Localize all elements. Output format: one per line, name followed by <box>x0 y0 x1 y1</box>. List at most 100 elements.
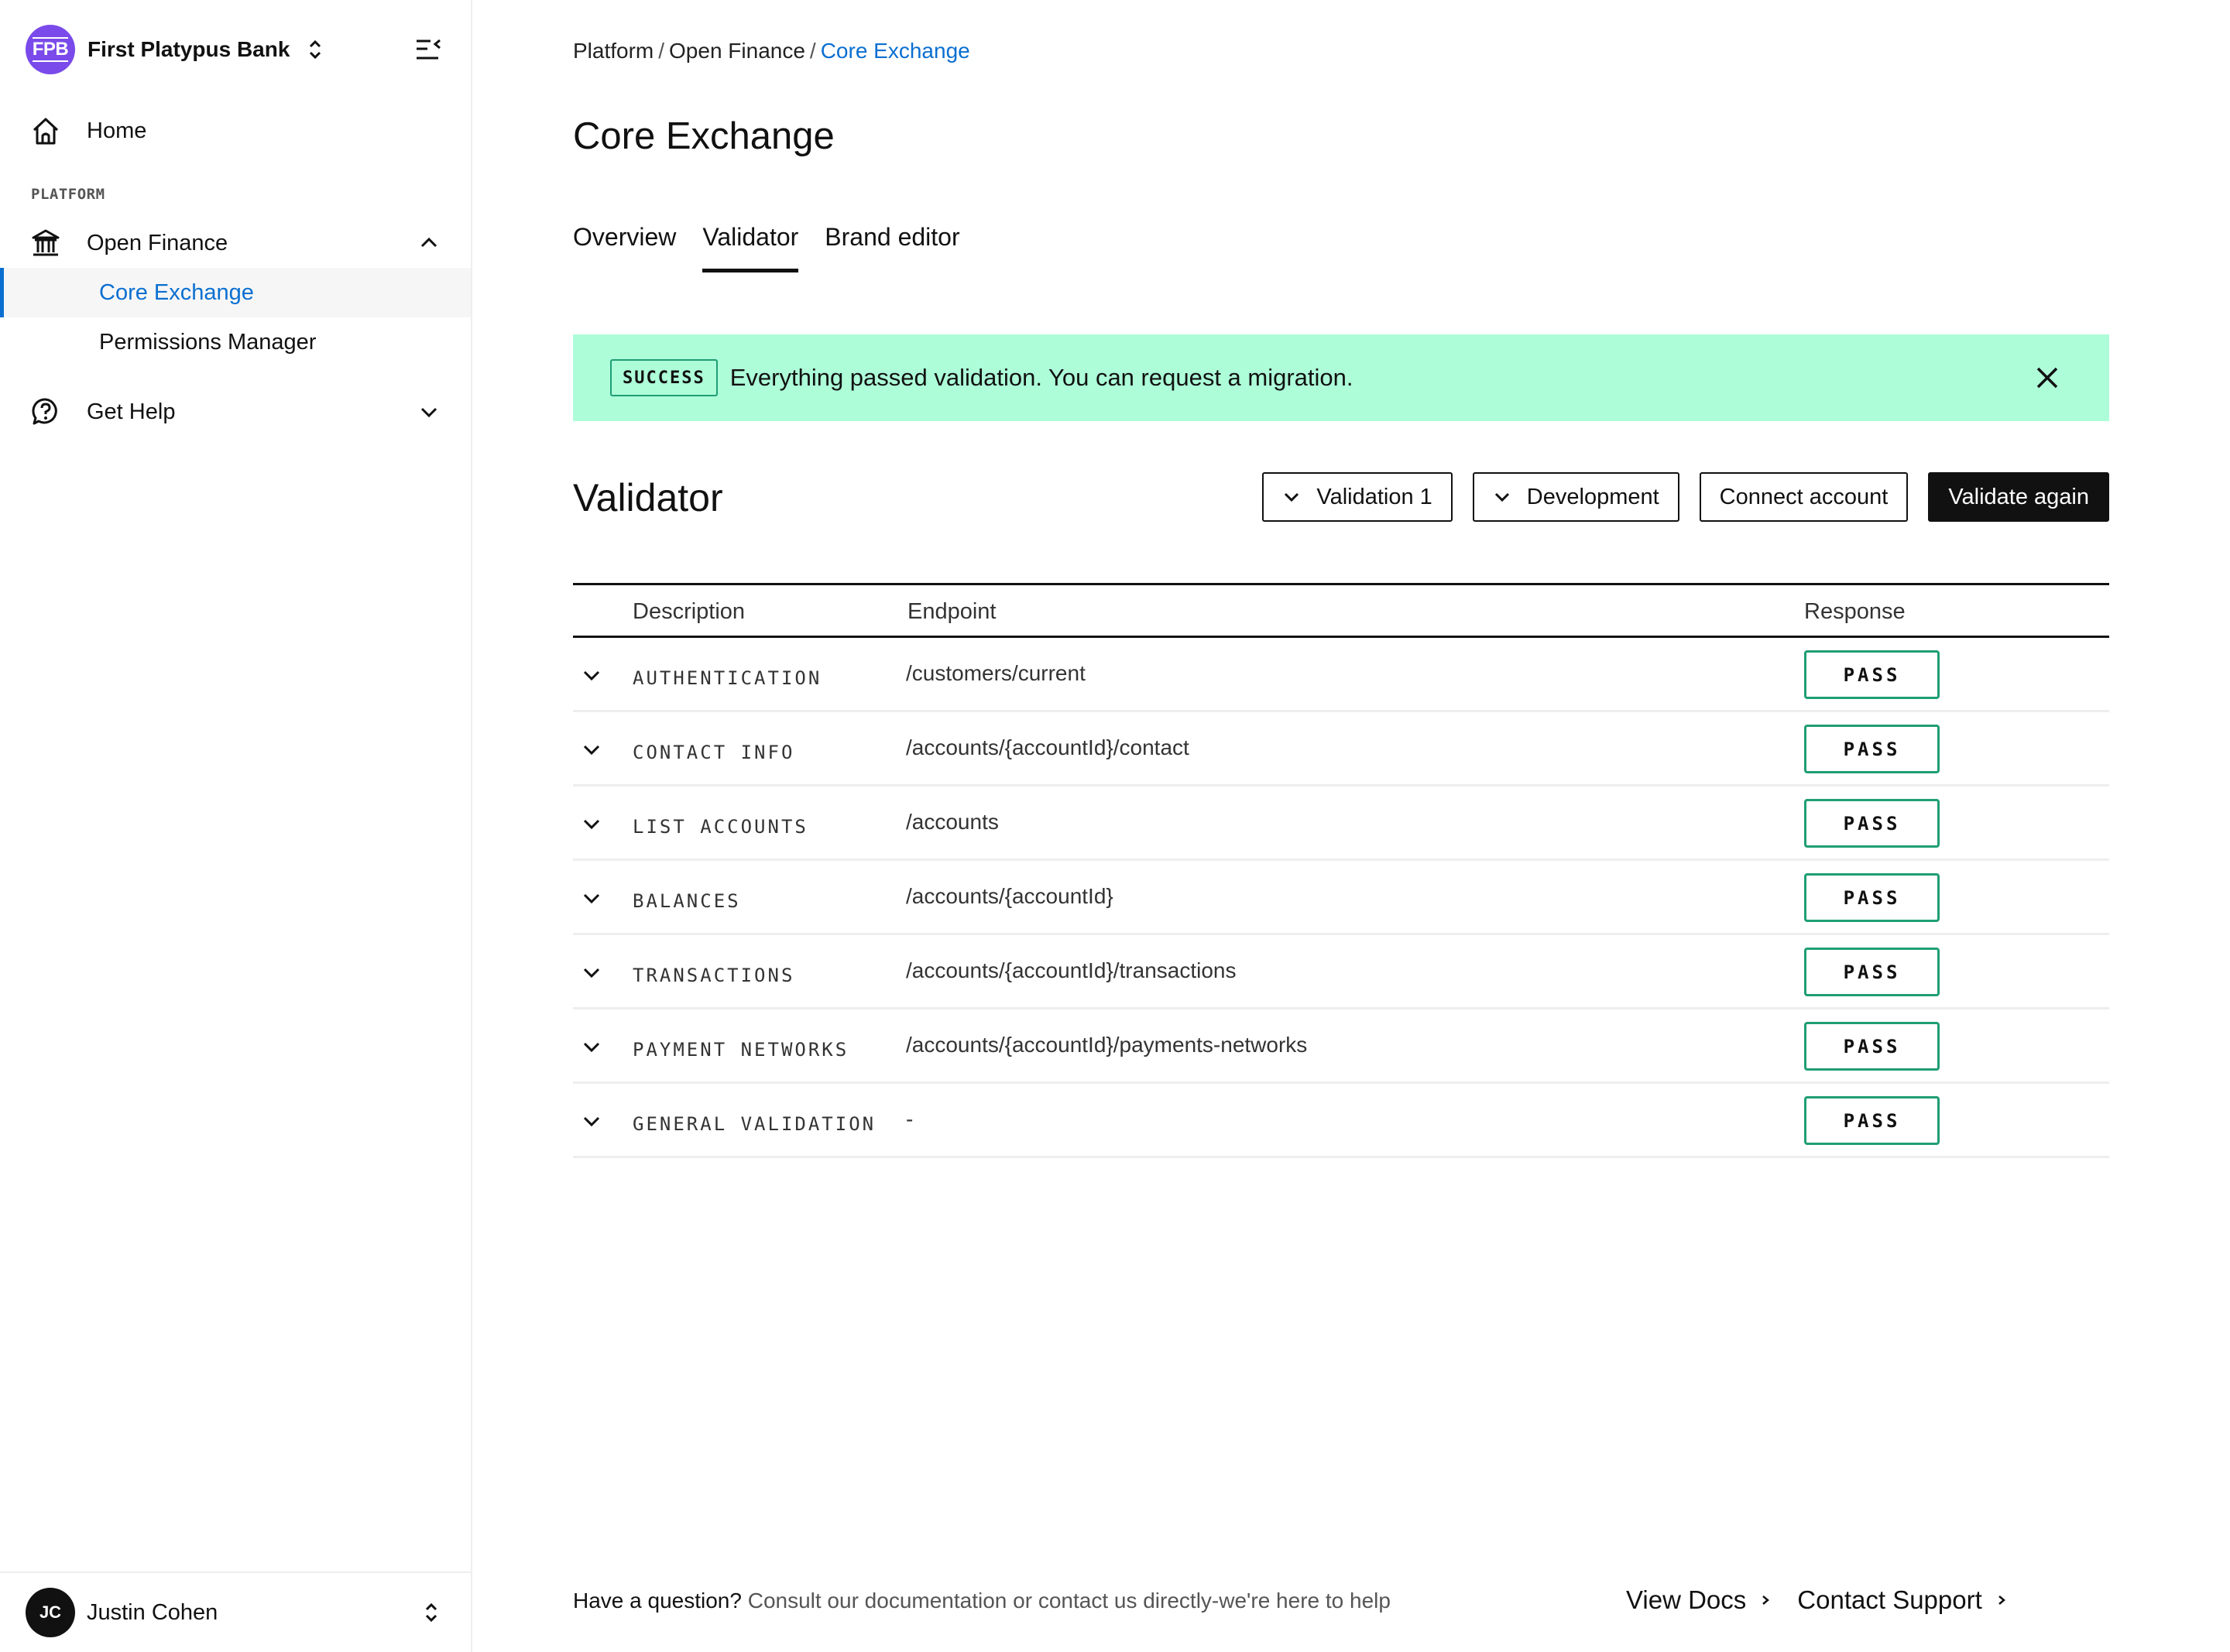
breadcrumb-separator: / <box>658 39 665 63</box>
environment-select-label: Development <box>1526 484 1659 509</box>
expand-row-chevron-icon[interactable] <box>581 813 602 835</box>
org-initials: FPB <box>32 39 69 60</box>
view-docs-link[interactable]: View Docs <box>1626 1585 1771 1615</box>
chevron-down-icon <box>418 401 440 423</box>
footer-help-text: Have a question? Consult our documentati… <box>573 1589 1391 1613</box>
avatar-initials: JC <box>39 1602 62 1622</box>
row-description: TRANSACTIONS <box>633 965 795 986</box>
chevron-up-down-icon <box>423 1601 440 1624</box>
pass-badge: PASS <box>1804 650 1940 699</box>
pass-badge: PASS <box>1804 1022 1940 1071</box>
page-title: Core Exchange <box>573 115 835 157</box>
row-endpoint: /accounts/{accountId}/transactions <box>906 958 1237 982</box>
breadcrumb: Platform / Open Finance / Core Exchange <box>573 39 970 63</box>
sidebar-item-open-finance[interactable]: Open Finance <box>0 218 471 268</box>
pass-badge: PASS <box>1804 873 1940 922</box>
sidebar-item-get-help[interactable]: Get Help <box>0 387 471 437</box>
column-header-response: Response <box>1804 599 1906 624</box>
table-row[interactable]: LIST ACCOUNTS/accounts PASS <box>573 787 2109 861</box>
column-header-endpoint: Endpoint <box>907 599 997 624</box>
expand-row-chevron-icon[interactable] <box>581 961 602 983</box>
sidebar: FPB First Platypus Bank Home PLATFORM Op… <box>0 0 472 1652</box>
section-label-platform: PLATFORM <box>31 186 105 203</box>
row-description: LIST ACCOUNTS <box>633 816 808 838</box>
expand-row-chevron-icon[interactable] <box>581 664 602 686</box>
chevron-up-down-icon <box>307 38 324 61</box>
pass-badge: PASS <box>1804 1096 1940 1145</box>
validation-table: Description Endpoint Response AUTHENTICA… <box>573 583 2109 1158</box>
validation-select-label: Validation 1 <box>1316 484 1432 509</box>
sidebar-item-label: Open Finance <box>87 230 228 255</box>
table-row[interactable]: PAYMENT NETWORKS/accounts/{accountId}/pa… <box>573 1009 2109 1084</box>
expand-row-chevron-icon[interactable] <box>581 887 602 909</box>
tab-bar: Overview Validator Brand editor <box>573 221 986 276</box>
validation-select[interactable]: Validation 1 <box>1262 472 1453 522</box>
org-logo: FPB <box>26 25 75 74</box>
breadcrumb-item-platform[interactable]: Platform <box>573 39 654 63</box>
row-description: PAYMENT NETWORKS <box>633 1039 849 1061</box>
sidebar-subitem-core-exchange[interactable]: Core Exchange <box>0 268 471 317</box>
main-content: Platform / Open Finance / Core Exchange Core… <box>573 0 2109 1652</box>
breadcrumb-current: Core Exchange <box>820 39 970 63</box>
home-icon <box>31 116 60 146</box>
footer-links: View Docs Contact Support <box>1626 1585 2007 1615</box>
pass-badge: PASS <box>1804 948 1940 996</box>
tab-validator[interactable]: Validator <box>702 221 798 276</box>
chevron-right-icon <box>1996 1593 2007 1607</box>
connect-account-button[interactable]: Connect account <box>1699 472 1909 522</box>
row-description: CONTACT INFO <box>633 742 795 763</box>
pass-badge: PASS <box>1804 725 1940 773</box>
bank-icon <box>31 228 60 258</box>
footer: Have a question? Consult our documentati… <box>573 1579 2109 1626</box>
org-switcher[interactable]: FPB First Platypus Bank <box>26 25 440 74</box>
row-description: BALANCES <box>633 890 741 912</box>
breadcrumb-item-open-finance[interactable]: Open Finance <box>669 39 805 63</box>
sidebar-subitem-permissions-manager[interactable]: Permissions Manager <box>0 317 471 367</box>
avatar: JC <box>26 1588 75 1637</box>
table-row[interactable]: BALANCES/accounts/{accountId} PASS <box>573 861 2109 935</box>
tab-overview[interactable]: Overview <box>573 221 676 276</box>
user-name: Justin Cohen <box>87 1599 218 1625</box>
validator-heading: Validator <box>573 476 723 519</box>
footer-description: Consult our documentation or contact us … <box>747 1589 1391 1613</box>
sidebar-subitem-label: Permissions Manager <box>99 329 317 355</box>
column-header-description: Description <box>633 599 746 624</box>
contact-support-link[interactable]: Contact Support <box>1797 1585 2006 1615</box>
footer-question: Have a question? <box>573 1589 742 1613</box>
table-row[interactable]: CONTACT INFO/accounts/{accountId}/contac… <box>573 712 2109 787</box>
row-endpoint: /accounts <box>906 810 999 834</box>
sidebar-item-home[interactable]: Home <box>0 106 471 156</box>
success-badge: SUCCESS <box>610 359 718 396</box>
table-row[interactable]: AUTHENTICATION/customers/current PASS <box>573 638 2109 712</box>
validate-again-button[interactable]: Validate again <box>1928 472 2109 522</box>
table-row[interactable]: TRANSACTIONS/accounts/{accountId}/transa… <box>573 935 2109 1009</box>
expand-row-chevron-icon[interactable] <box>581 1110 602 1132</box>
row-endpoint: /accounts/{accountId} <box>906 884 1113 908</box>
banner-message: Everything passed validation. You can re… <box>729 364 1353 391</box>
user-menu[interactable]: JC Justin Cohen <box>0 1571 471 1652</box>
environment-select[interactable]: Development <box>1472 472 1679 522</box>
collapse-sidebar-button[interactable] <box>415 39 441 62</box>
chevron-down-icon <box>1493 488 1511 506</box>
row-endpoint: /customers/current <box>906 661 1086 685</box>
expand-row-chevron-icon[interactable] <box>581 739 602 760</box>
row-description: AUTHENTICATION <box>633 667 822 689</box>
sidebar-item-label: Get Help <box>87 399 176 424</box>
table-row[interactable]: GENERAL VALIDATION - PASS <box>573 1084 2109 1158</box>
breadcrumb-separator: / <box>809 39 816 63</box>
expand-row-chevron-icon[interactable] <box>581 1036 602 1057</box>
row-endpoint: - <box>906 1107 914 1131</box>
view-docs-label: View Docs <box>1626 1585 1747 1614</box>
tab-brand-editor[interactable]: Brand editor <box>825 221 959 276</box>
row-endpoint: /accounts/{accountId}/contact <box>906 735 1189 759</box>
chevron-down-icon <box>1282 488 1301 506</box>
org-name: First Platypus Bank <box>87 37 290 61</box>
chevron-right-icon <box>1760 1593 1771 1607</box>
table-body: AUTHENTICATION/customers/current PASS CONT… <box>573 638 2109 1158</box>
validator-actions: Validation 1 Development Connect account… <box>1262 472 2109 522</box>
collapse-sidebar-icon <box>415 39 441 60</box>
sidebar-subitem-label: Core Exchange <box>99 279 254 305</box>
close-banner-button[interactable] <box>2033 364 2061 392</box>
chevron-up-icon <box>418 232 440 254</box>
row-endpoint: /accounts/{accountId}/payments-networks <box>906 1033 1308 1057</box>
